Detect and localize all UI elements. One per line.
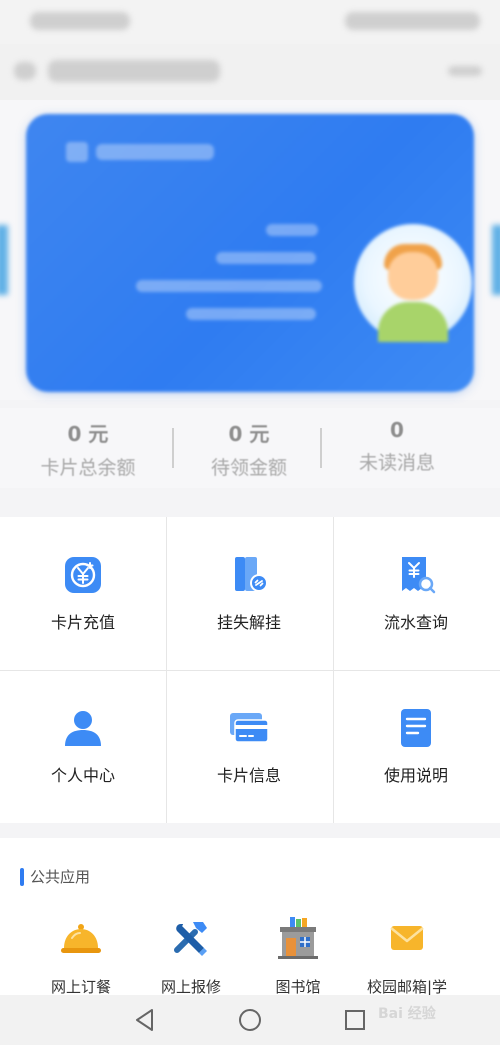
stat-total-balance[interactable]: 0 元 卡片总余额 (13, 418, 163, 480)
app-campus-mail[interactable]: 校园邮箱|学 (352, 916, 462, 997)
stat-value: 0 元 (67, 422, 109, 446)
app-online-repair[interactable]: 网上报修 (136, 916, 246, 997)
stat-pending-amount[interactable]: 0 元 待领金额 (174, 418, 324, 480)
stat-value: 0 (390, 418, 404, 442)
document-icon (401, 709, 431, 747)
card-school-name (96, 144, 214, 160)
grid-item-transactions[interactable]: 流水查询 (333, 517, 499, 670)
grid-item-recharge[interactable]: 卡片充值 (0, 517, 166, 670)
avatar (354, 224, 472, 342)
app-label: 网上报修 (160, 978, 221, 996)
stat-label: 未读消息 (358, 452, 435, 474)
app-library[interactable]: 图书馆 (243, 916, 353, 997)
card-validity (186, 308, 316, 320)
grid-item-personal-center[interactable]: 个人中心 (0, 670, 166, 823)
grid-item-label: 个人中心 (50, 766, 115, 785)
status-icons (345, 12, 480, 30)
grid-item-label: 卡片充值 (50, 613, 115, 632)
back-icon[interactable] (14, 62, 36, 80)
library-building-icon (278, 917, 318, 959)
grid-item-label: 流水查询 (383, 613, 448, 632)
person-icon (65, 711, 101, 746)
grid-item-label: 挂失解挂 (216, 613, 281, 632)
repair-tools-icon (174, 922, 207, 956)
mail-envelope-icon (390, 926, 424, 950)
app-label: 网上订餐 (50, 978, 111, 996)
app-label: 图书馆 (275, 978, 321, 996)
more-icon[interactable] (448, 66, 482, 76)
card-number (216, 252, 316, 264)
status-bar (0, 0, 500, 44)
public-apps-section: 公共应用 网上订餐 网上报修 图书馆 校园邮箱|学 (0, 838, 500, 997)
grid-item-card-info[interactable]: 卡片信息 (166, 670, 332, 823)
grid-item-report-loss[interactable]: 挂失解挂 (166, 517, 332, 670)
card-logo-icon (66, 142, 88, 162)
receipt-search-icon (402, 557, 436, 594)
nav-home-icon[interactable] (235, 1005, 265, 1035)
app-label: 校园邮箱|学 (366, 978, 448, 996)
page-title (48, 60, 220, 82)
status-time (30, 12, 130, 30)
food-cloche-icon (61, 924, 101, 953)
grid-item-label: 卡片信息 (216, 766, 281, 785)
nav-back-icon[interactable] (130, 1005, 160, 1035)
app-online-ordering[interactable]: 网上订餐 (26, 916, 136, 997)
nav-recents-icon[interactable] (340, 1005, 370, 1035)
section-title: 公共应用 (30, 868, 91, 886)
grid-item-label: 使用说明 (383, 766, 448, 785)
stat-label: 卡片总余额 (40, 457, 136, 479)
watermark: Bai 经验 (378, 1006, 436, 1022)
app-bar (0, 44, 500, 100)
card-link-icon (235, 557, 268, 592)
yuan-coin-icon (65, 557, 101, 593)
card-owner-name (266, 224, 318, 236)
carousel-prev-peek (0, 225, 8, 295)
stat-label: 待领金额 (210, 457, 287, 479)
stat-unread-messages[interactable]: 0 未读消息 (322, 418, 472, 475)
function-grid: 卡片充值 挂失解挂 流水查询 个人中心 卡片信息 使用说明 (0, 517, 500, 823)
section-marker (20, 868, 24, 886)
grid-item-instructions[interactable]: 使用说明 (333, 670, 499, 823)
carousel-next-peek (492, 225, 500, 295)
card-department (136, 280, 322, 292)
cards-icon (230, 713, 269, 743)
stat-value: 0 元 (228, 422, 270, 446)
campus-card[interactable] (26, 114, 474, 392)
